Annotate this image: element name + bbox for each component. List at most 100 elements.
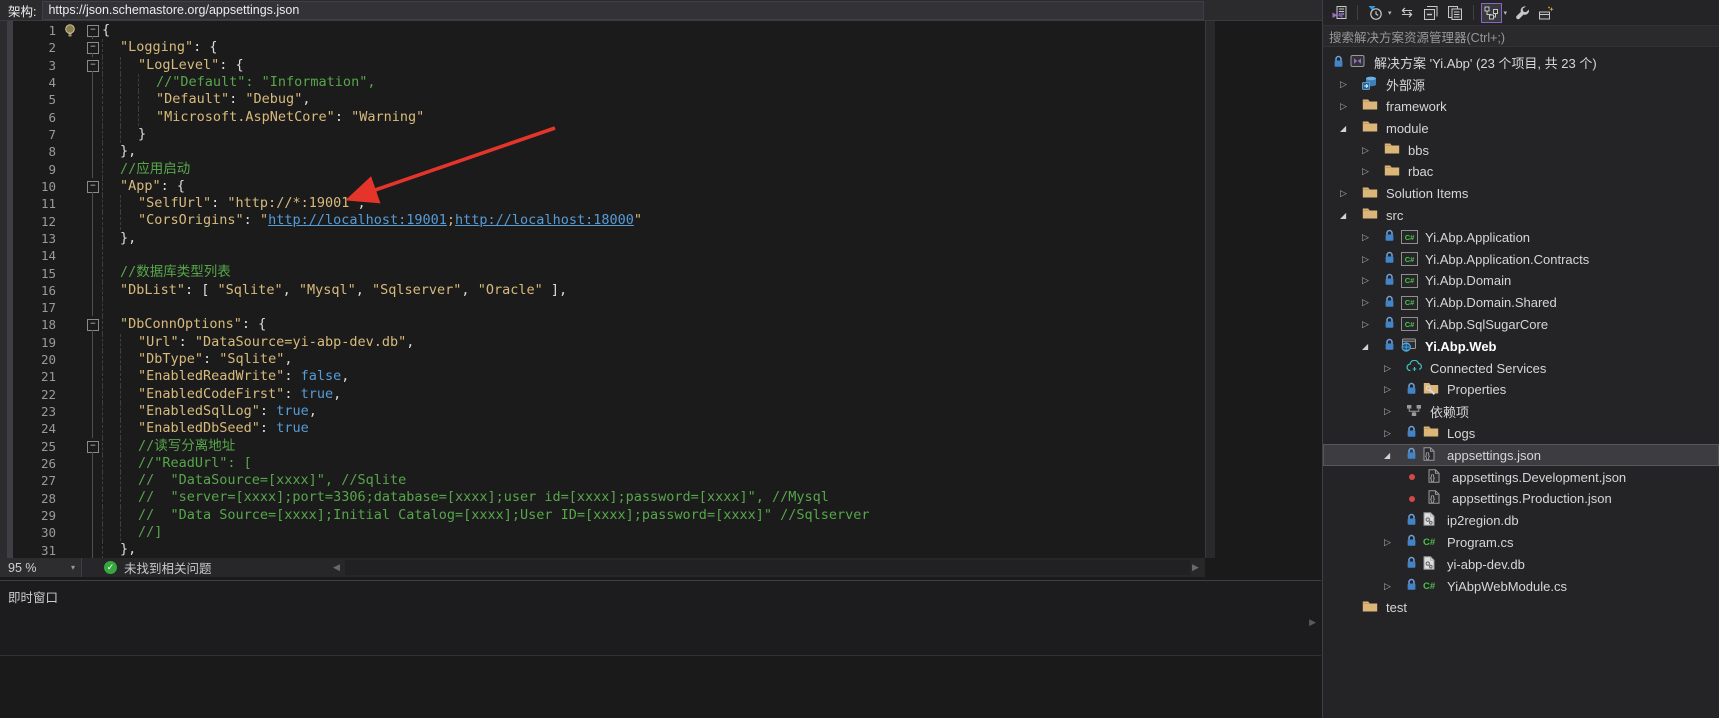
code-line[interactable]: 25−//读写分离地址 xyxy=(0,438,1205,455)
tree-item[interactable]: {}appsettings.Development.json xyxy=(1323,466,1719,488)
chevron-collapsed-icon[interactable]: ▷ xyxy=(1384,428,1406,439)
chevron-collapsed-icon[interactable]: ▷ xyxy=(1384,537,1406,548)
chevron-collapsed-icon[interactable]: ▷ xyxy=(1362,232,1384,243)
zoom-selector[interactable]: 95 % ▾ xyxy=(0,558,82,577)
code-line[interactable]: 5"Default": "Debug", xyxy=(0,91,1205,108)
chevron-collapsed-icon[interactable]: ▷ xyxy=(1384,363,1406,374)
tree-item[interactable]: yi-abp-dev.db xyxy=(1323,553,1719,575)
code-line[interactable]: 20"DbType": "Sqlite", xyxy=(0,351,1205,368)
scroll-right-icon[interactable]: ▶ xyxy=(1309,617,1316,628)
code-line[interactable]: 13}, xyxy=(0,230,1205,247)
code-line[interactable]: 21"EnabledReadWrite": false, xyxy=(0,368,1205,385)
tree-item[interactable]: {}appsettings.Production.json xyxy=(1323,488,1719,510)
code-line[interactable]: 6"Microsoft.AspNetCore": "Warning" xyxy=(0,109,1205,126)
sync-with-active-document-icon[interactable] xyxy=(1481,3,1502,23)
code-line[interactable]: 19"Url": "DataSource=yi-abp-dev.db", xyxy=(0,334,1205,351)
chevron-collapsed-icon[interactable]: ▷ xyxy=(1340,188,1362,199)
tree-item[interactable]: ▷依赖项 xyxy=(1323,401,1719,423)
tree-item[interactable]: ▷Connected Services xyxy=(1323,357,1719,379)
url-link[interactable]: http://localhost:19001 xyxy=(268,212,447,229)
tree-item[interactable]: ▷rbac xyxy=(1323,161,1719,183)
tree-item[interactable]: ip2region.db xyxy=(1323,510,1719,532)
code-line[interactable]: 31}, xyxy=(0,541,1205,558)
chevron-collapsed-icon[interactable]: ▷ xyxy=(1384,406,1406,417)
chevron-collapsed-icon[interactable]: ▷ xyxy=(1362,297,1384,308)
scroll-left-icon[interactable]: ◀ xyxy=(333,562,340,573)
tree-item[interactable]: ◢module xyxy=(1323,117,1719,139)
properties-icon[interactable] xyxy=(1512,3,1533,23)
tree-item[interactable]: ▷C#Yi.Abp.Domain xyxy=(1323,270,1719,292)
code-line[interactable]: 14 xyxy=(0,247,1205,264)
fold-toggle[interactable]: − xyxy=(84,316,102,333)
tree-item[interactable]: ◢src xyxy=(1323,205,1719,227)
preview-selected-items-icon[interactable] xyxy=(1536,3,1557,23)
code-line[interactable]: 8}, xyxy=(0,143,1205,160)
chevron-collapsed-icon[interactable]: ▷ xyxy=(1340,101,1362,112)
code-line[interactable]: 4//"Default": "Information", xyxy=(0,74,1205,91)
code-line[interactable]: 3−"LogLevel": { xyxy=(0,57,1205,74)
tree-item[interactable]: ▷Solution Items xyxy=(1323,183,1719,205)
document-health-indicator[interactable]: ✓ 未找到相关问题 xyxy=(104,558,212,577)
tree-item[interactable]: 解决方案 'Yi.Abp' (23 个项目, 共 23 个) xyxy=(1323,52,1719,74)
fold-toggle[interactable]: − xyxy=(84,39,102,56)
tree-item[interactable]: ▷C#YiAbpWebModule.cs xyxy=(1323,575,1719,597)
tree-item[interactable]: ▷C#Yi.Abp.Domain.Shared xyxy=(1323,292,1719,314)
fold-toggle[interactable]: − xyxy=(84,438,102,455)
tree-item[interactable]: ◢{}appsettings.json xyxy=(1323,444,1719,466)
code-editor[interactable]: 1−{2−"Logging": {3−"LogLevel": {4//"Defa… xyxy=(0,21,1205,558)
chevron-collapsed-icon[interactable]: ▷ xyxy=(1340,79,1362,90)
code-line[interactable]: 2−"Logging": { xyxy=(0,39,1205,56)
code-line[interactable]: 10−"App": { xyxy=(0,178,1205,195)
chevron-expanded-icon[interactable]: ◢ xyxy=(1340,124,1362,133)
switch-views-icon[interactable] xyxy=(1329,3,1350,23)
chevron-expanded-icon[interactable]: ◢ xyxy=(1362,342,1384,351)
code-line[interactable]: 12"CorsOrigins": "http://localhost:19001… xyxy=(0,212,1205,229)
pending-changes-filter-icon[interactable] xyxy=(1365,3,1386,23)
chevron-collapsed-icon[interactable]: ▷ xyxy=(1384,581,1406,592)
fold-toggle[interactable]: − xyxy=(84,22,102,39)
code-line[interactable]: 30//] xyxy=(0,524,1205,541)
tree-item[interactable]: ▷Properties xyxy=(1323,379,1719,401)
code-line[interactable]: 26//"ReadUrl": [ xyxy=(0,455,1205,472)
tree-item[interactable]: ▷framework xyxy=(1323,96,1719,118)
chevron-down-icon[interactable]: ▾ xyxy=(1388,9,1392,17)
solution-search-input[interactable]: 搜索解决方案资源管理器(Ctrl+;) xyxy=(1323,26,1719,47)
code-line[interactable]: 28// "server=[xxxx];port=3306;database=[… xyxy=(0,489,1205,506)
code-line[interactable]: 29// "Data Source=[xxxx];Initial Catalog… xyxy=(0,507,1205,524)
code-line[interactable]: 1−{ xyxy=(0,22,1205,39)
code-line[interactable]: 9//应用启动 xyxy=(0,161,1205,178)
code-line[interactable]: 23"EnabledSqlLog": true, xyxy=(0,403,1205,420)
code-line[interactable]: 18−"DbConnOptions": { xyxy=(0,316,1205,333)
schema-combobox[interactable]: https://json.schemastore.org/appsettings… xyxy=(42,1,1204,20)
tree-item[interactable]: ▷C#Yi.Abp.Application xyxy=(1323,226,1719,248)
chevron-collapsed-icon[interactable]: ▷ xyxy=(1362,145,1384,156)
chevron-collapsed-icon[interactable]: ▷ xyxy=(1362,166,1384,177)
tree-item[interactable]: ▷C#Yi.Abp.SqlSugarCore xyxy=(1323,314,1719,336)
code-line[interactable]: 27// "DataSource=[xxxx]", //Sqlite xyxy=(0,472,1205,489)
quick-actions-lightbulb-icon[interactable] xyxy=(56,23,84,38)
tree-item[interactable]: ▷C#Yi.Abp.Application.Contracts xyxy=(1323,248,1719,270)
chevron-collapsed-icon[interactable]: ▷ xyxy=(1362,275,1384,286)
collapse-all-icon[interactable] xyxy=(1421,3,1442,23)
chevron-collapsed-icon[interactable]: ▷ xyxy=(1362,254,1384,265)
chevron-expanded-icon[interactable]: ◢ xyxy=(1384,451,1406,460)
tree-item[interactable]: test xyxy=(1323,597,1719,619)
collapse-minus-icon[interactable]: − xyxy=(87,181,99,193)
sync-icon[interactable]: ⇆ xyxy=(1397,3,1418,23)
collapse-minus-icon[interactable]: − xyxy=(87,25,99,37)
scroll-right-icon[interactable]: ▶ xyxy=(1192,562,1199,573)
chevron-collapsed-icon[interactable]: ▷ xyxy=(1362,319,1384,330)
code-line[interactable]: 7} xyxy=(0,126,1205,143)
vertical-scrollbar[interactable] xyxy=(1205,21,1215,558)
code-line[interactable]: 15//数据库类型列表 xyxy=(0,264,1205,281)
tree-item[interactable]: ▷Logs xyxy=(1323,423,1719,445)
tree-item[interactable]: ▷C#Program.cs xyxy=(1323,532,1719,554)
chevron-collapsed-icon[interactable]: ▷ xyxy=(1384,384,1406,395)
horizontal-scrollbar[interactable] xyxy=(345,560,1190,575)
collapse-minus-icon[interactable]: − xyxy=(87,42,99,54)
fold-toggle[interactable]: − xyxy=(84,57,102,74)
collapse-minus-icon[interactable]: − xyxy=(87,60,99,72)
url-link[interactable]: http://localhost:18000 xyxy=(455,212,634,229)
code-line[interactable]: 11"SelfUrl": "http://*:19001", xyxy=(0,195,1205,212)
tree-item[interactable]: ◢Yi.Abp.Web xyxy=(1323,335,1719,357)
